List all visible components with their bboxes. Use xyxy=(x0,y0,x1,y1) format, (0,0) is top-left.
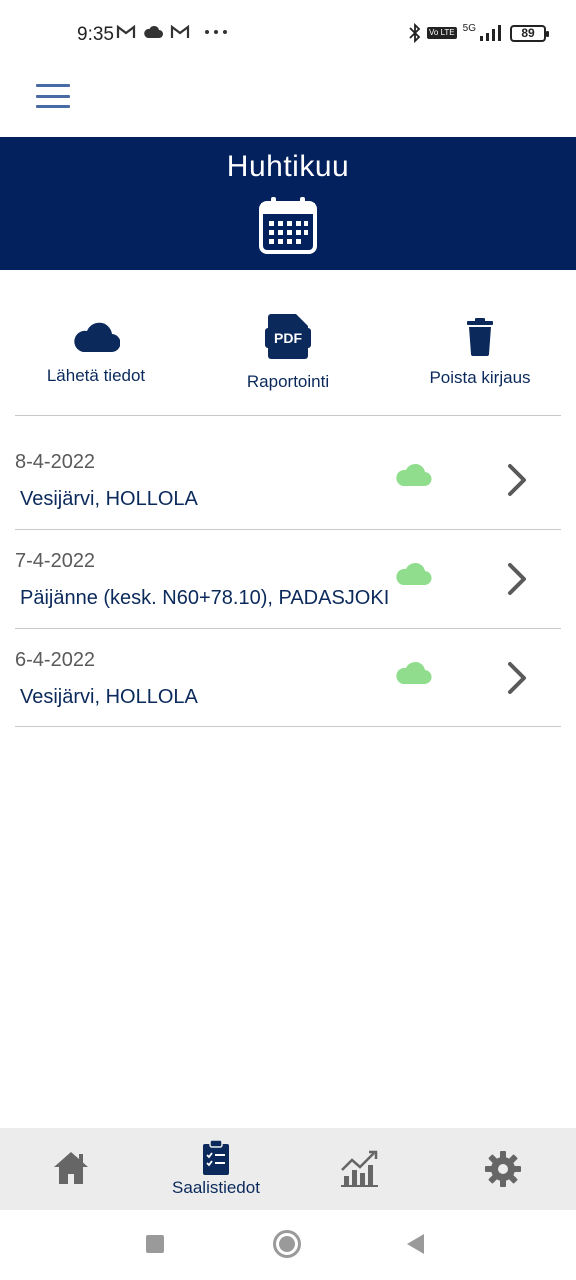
system-home-button[interactable] xyxy=(273,1230,301,1258)
chevron-right-icon[interactable] xyxy=(506,463,528,497)
send-data-button[interactable]: Lähetä tiedot xyxy=(40,310,152,386)
report-button[interactable]: PDF Raportointi xyxy=(232,310,344,392)
clipboard-check-icon xyxy=(203,1140,229,1175)
entry-place: Vesijärvi, HOLLOLA xyxy=(20,488,198,510)
divider xyxy=(15,415,561,416)
chevron-right-icon[interactable] xyxy=(506,562,528,596)
bottom-navigation: Saalistiedot xyxy=(0,1128,576,1210)
cloud-synced-icon xyxy=(396,463,432,487)
cloud-upload-icon xyxy=(74,322,120,353)
entry-date: 7-4-2022 xyxy=(15,550,96,572)
entry-place: Vesijärvi, HOLLOLA xyxy=(20,686,198,708)
cloud-icon xyxy=(144,25,163,38)
month-header: Huhtikuu xyxy=(0,137,576,270)
network-type: 5G xyxy=(462,23,476,34)
calendar-icon[interactable] xyxy=(258,195,318,255)
month-title: Huhtikuu xyxy=(226,150,350,183)
delete-entry-label: Poista kirjaus xyxy=(429,368,531,387)
chevron-right-icon[interactable] xyxy=(506,661,528,695)
system-back-button[interactable] xyxy=(407,1234,424,1254)
gmail-icon xyxy=(170,24,190,38)
system-navigation-bar xyxy=(0,1210,576,1280)
recent-apps-button[interactable] xyxy=(146,1235,164,1253)
divider xyxy=(15,726,561,727)
bluetooth-icon xyxy=(409,23,421,43)
volte-badge: Vo LTE xyxy=(427,27,457,39)
nav-catch-label: Saalistiedot xyxy=(172,1178,260,1197)
cloud-synced-icon xyxy=(396,562,432,586)
status-time: 9:35 xyxy=(77,24,114,45)
send-data-label: Lähetä tiedot xyxy=(46,366,146,385)
signal-icon xyxy=(480,25,501,41)
gmail-icon xyxy=(116,24,136,38)
list-item[interactable]: 8-4-2022 Vesijärvi, HOLLOLA xyxy=(15,431,561,529)
list-item[interactable]: 6-4-2022 Vesijärvi, HOLLOLA xyxy=(15,629,561,727)
trash-icon xyxy=(467,318,493,356)
more-icon xyxy=(205,30,227,34)
system-status: Vo LTE 5G 89 xyxy=(409,23,549,43)
home-icon xyxy=(54,1152,88,1184)
pdf-icon: PDF xyxy=(265,314,311,359)
status-bar: 9:35 Vo LTE 5G 89 xyxy=(0,0,576,70)
entry-date: 6-4-2022 xyxy=(15,649,96,671)
gear-icon xyxy=(485,1151,521,1187)
hamburger-menu-icon[interactable] xyxy=(36,84,70,108)
cloud-synced-icon xyxy=(396,661,432,685)
delete-entry-button[interactable]: Poista kirjaus xyxy=(420,310,540,388)
list-item[interactable]: 7-4-2022 Päijänne (kesk. N60+78.10), PAD… xyxy=(15,530,561,628)
battery-indicator: 89 xyxy=(510,24,549,42)
action-bar: Lähetä tiedot PDF Raportointi Poista kir… xyxy=(0,310,576,400)
report-label: Raportointi xyxy=(246,372,330,391)
pdf-icon-text: PDF xyxy=(274,330,302,346)
notification-icons xyxy=(116,24,229,40)
entry-place: Päijänne (kesk. N60+78.10), PADASJOKI xyxy=(20,587,390,609)
chart-icon xyxy=(341,1150,378,1187)
entry-date: 8-4-2022 xyxy=(15,451,96,473)
